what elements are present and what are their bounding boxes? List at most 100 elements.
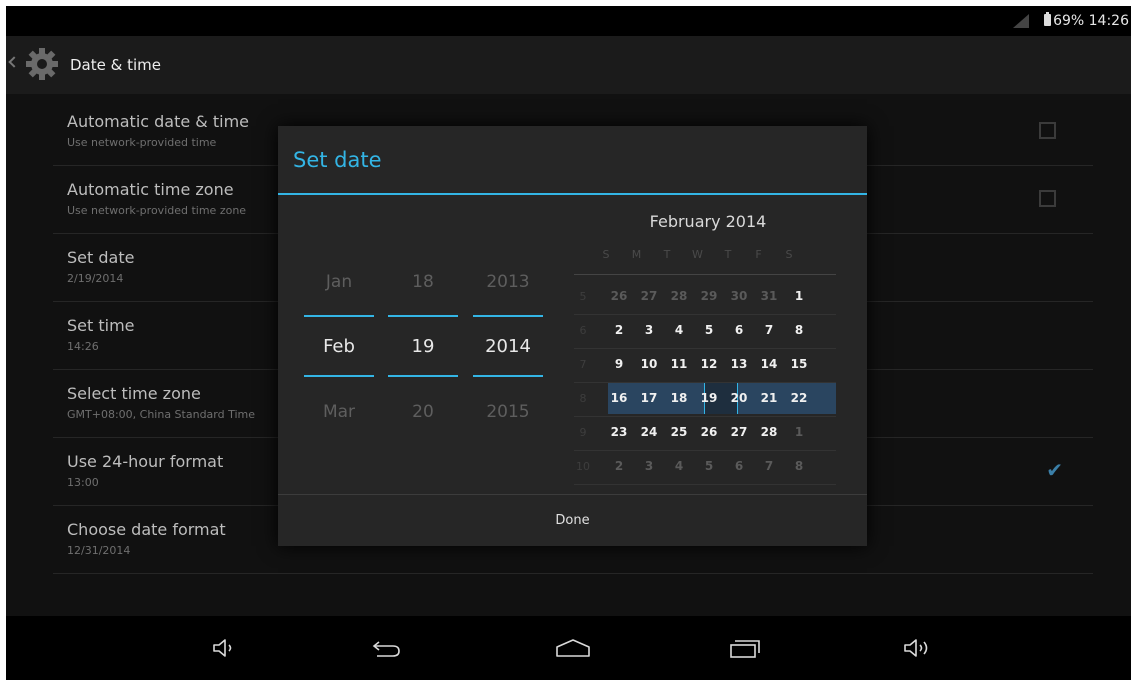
back-icon[interactable] [371, 636, 403, 660]
pref-title: Choose date format [67, 520, 226, 539]
spinner-prev[interactable]: Jan [304, 272, 374, 292]
week-number: 8 [579, 392, 587, 405]
calendar-day[interactable]: 27 [728, 425, 750, 439]
pref-summary: GMT+08:00, China Standard Time [67, 408, 256, 421]
calendar-day[interactable]: 20 [728, 391, 750, 405]
set-date-dialog: Set date Jan Feb Mar 18 19 20 2013 2014 … [278, 126, 867, 546]
calendar-day[interactable]: 4 [668, 459, 690, 473]
pref-title: Select time zone [67, 384, 201, 403]
pref-summary: 14:26 [67, 340, 99, 353]
spinner-current[interactable]: Feb [304, 336, 374, 357]
calendar-day[interactable]: 1 [788, 425, 810, 439]
clock: 14:26 [1088, 13, 1129, 29]
page-title: Date & time [70, 56, 161, 74]
calendar-day[interactable]: 26 [698, 425, 720, 439]
action-bar: Date & time [6, 36, 1131, 94]
calendar-day[interactable]: 5 [698, 323, 720, 337]
calendar-week-row: 5 26 27 28 29 30 31 1 [574, 280, 836, 315]
dialog-title: Set date [293, 148, 382, 172]
navigation-bar [6, 616, 1131, 680]
calendar-day[interactable]: 28 [758, 425, 780, 439]
gear-icon[interactable] [24, 46, 60, 82]
calendar-day[interactable]: 23 [608, 425, 630, 439]
calendar-week-row: 7 9 10 11 12 13 14 15 [574, 348, 836, 383]
calendar-day[interactable]: 21 [758, 391, 780, 405]
calendar-day[interactable]: 8 [788, 323, 810, 337]
calendar-day[interactable]: 17 [638, 391, 660, 405]
calendar-day[interactable]: 25 [668, 425, 690, 439]
signal-icon [1013, 14, 1029, 28]
volume-up-icon[interactable] [902, 636, 936, 660]
spinner-next[interactable]: 20 [388, 402, 458, 422]
spinner-current[interactable]: 19 [388, 336, 458, 357]
calendar-day[interactable]: 28 [668, 289, 690, 303]
spinner-prev[interactable]: 2013 [473, 272, 543, 292]
calendar-month-label: February 2014 [649, 212, 767, 231]
calendar-header-divider [574, 274, 836, 275]
calendar-day-selected[interactable]: 19 [698, 391, 720, 405]
calendar-day[interactable]: 22 [788, 391, 810, 405]
status-battery-time: 69% 14:26 [1053, 13, 1129, 29]
calendar-day[interactable]: 7 [758, 459, 780, 473]
volume-down-icon[interactable] [211, 636, 239, 660]
calendar-day[interactable]: 31 [758, 289, 780, 303]
weekday-label: T [663, 248, 671, 261]
calendar-day[interactable]: 3 [638, 459, 660, 473]
spinner-next[interactable]: 2015 [473, 402, 543, 422]
calendar-day[interactable]: 26 [608, 289, 630, 303]
calendar-day[interactable]: 29 [698, 289, 720, 303]
recent-apps-icon[interactable] [728, 636, 762, 660]
calendar-day[interactable]: 2 [608, 323, 630, 337]
checkmark-icon[interactable]: ✔ [1046, 458, 1063, 482]
calendar-day[interactable]: 8 [788, 459, 810, 473]
spinner-line [304, 375, 374, 377]
spinner-line [304, 315, 374, 317]
pref-title: Set time [67, 316, 135, 335]
calendar-day[interactable]: 9 [608, 357, 630, 371]
calendar-week-row: 62345678 [574, 314, 836, 349]
week-number: 7 [579, 358, 587, 371]
spinner-next[interactable]: Mar [304, 402, 374, 422]
calendar-day[interactable]: 24 [638, 425, 660, 439]
automatic-date-time-checkbox[interactable] [1039, 122, 1056, 139]
pref-summary: Use network-provided time [67, 136, 217, 149]
weekday-label: M [631, 248, 642, 261]
calendar-day[interactable]: 2 [608, 459, 630, 473]
calendar-day[interactable]: 4 [668, 323, 690, 337]
pref-title: Automatic date & time [67, 112, 250, 131]
spinner-line [388, 375, 458, 377]
spinner-line [473, 375, 543, 377]
calendar-day[interactable]: 18 [668, 391, 690, 405]
calendar-day[interactable]: 7 [758, 323, 780, 337]
calendar-day[interactable]: 16 [608, 391, 630, 405]
weekday-label: S [602, 248, 610, 261]
done-button[interactable]: Done [278, 495, 867, 546]
pref-title: Automatic time zone [67, 180, 234, 199]
up-caret-icon[interactable] [8, 56, 20, 68]
calendar-day[interactable]: 11 [668, 357, 690, 371]
calendar-day[interactable]: 6 [728, 323, 750, 337]
pref-summary: 13:00 [67, 476, 99, 489]
calendar-day[interactable]: 14 [758, 357, 780, 371]
calendar-day[interactable]: 5 [698, 459, 720, 473]
battery-icon [1044, 12, 1051, 26]
calendar-day[interactable]: 3 [638, 323, 660, 337]
spinner-line [388, 315, 458, 317]
pref-summary: 12/31/2014 [67, 544, 131, 557]
calendar-day[interactable]: 13 [728, 357, 750, 371]
calendar-day[interactable]: 30 [728, 289, 750, 303]
week-number: 6 [579, 324, 587, 337]
calendar-day[interactable]: 27 [638, 289, 660, 303]
home-icon[interactable] [554, 636, 592, 660]
calendar-day[interactable]: 10 [638, 357, 660, 371]
calendar-week-row: 10 2 3 4 5 6 7 8 [574, 450, 836, 485]
calendar-day[interactable]: 6 [728, 459, 750, 473]
weekday-label: W [692, 248, 703, 261]
automatic-time-zone-checkbox[interactable] [1039, 190, 1056, 207]
calendar-day[interactable]: 12 [698, 357, 720, 371]
calendar-day[interactable]: 15 [788, 357, 810, 371]
weekday-label: S [785, 248, 793, 261]
spinner-prev[interactable]: 18 [388, 272, 458, 292]
calendar-day[interactable]: 1 [788, 289, 810, 303]
spinner-current[interactable]: 2014 [473, 336, 543, 357]
